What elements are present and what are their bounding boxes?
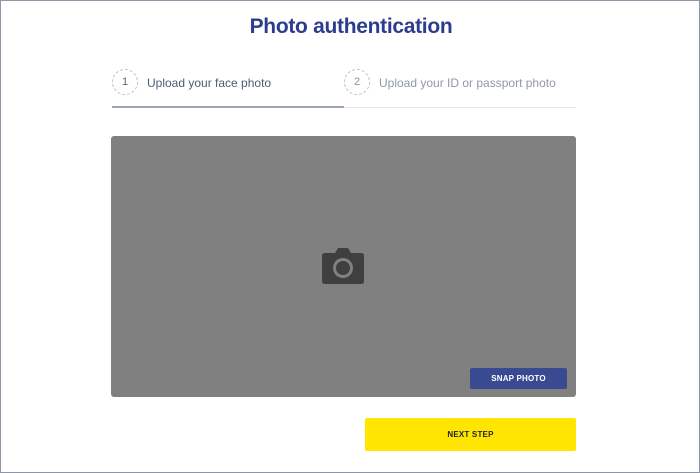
active-step-indicator [112, 106, 344, 108]
step-label: Upload your ID or passport photo [379, 76, 556, 90]
snap-photo-button[interactable]: SNAP PHOTO [470, 368, 567, 389]
step-label: Upload your face photo [147, 76, 272, 90]
step-upload-id[interactable]: 2 Upload your ID or passport photo [344, 67, 576, 109]
page-title: Photo authentication [249, 15, 453, 38]
camera-icon [322, 248, 364, 284]
step-tabs: 1 Upload your face photo 2 Upload your I… [112, 67, 576, 109]
camera-preview[interactable]: SNAP PHOTO [111, 136, 576, 397]
step-upload-face[interactable]: 1 Upload your face photo [112, 67, 344, 109]
step-number-badge: 1 [112, 69, 138, 95]
step-number-badge: 2 [344, 69, 370, 95]
next-step-button[interactable]: NEXT STEP [365, 418, 576, 451]
page-frame: Photo authentication 1 Upload your face … [0, 0, 700, 473]
